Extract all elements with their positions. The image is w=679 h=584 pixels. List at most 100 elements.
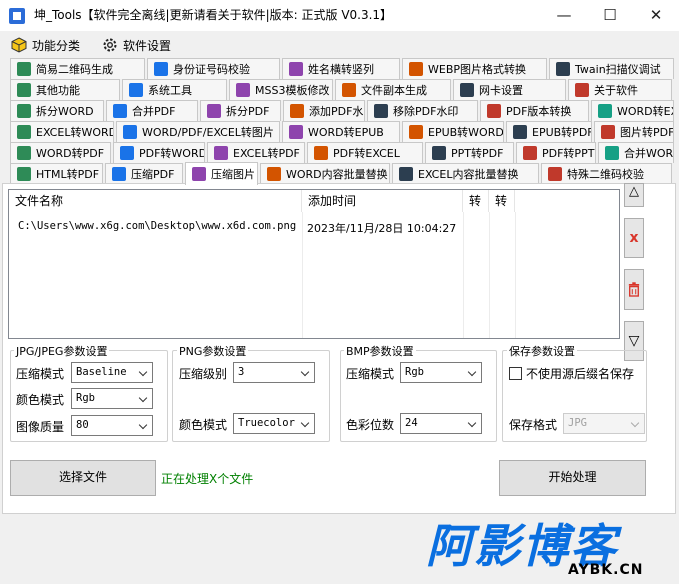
tab-row2-3[interactable]: 文件副本生成 [335,79,451,100]
tab-label: 网卡设置 [479,84,523,97]
tab-row3-5[interactable]: PDF版本转换 [480,100,589,121]
tab-row3-2[interactable]: 拆分PDF [200,100,281,121]
tab-row4-5[interactable]: 图片转PDF [594,121,674,142]
tab-label: PDF转WORD [139,147,205,160]
column-header-status1[interactable]: 转 [463,190,489,212]
column-header-time[interactable]: 添加时间 [302,190,463,212]
menu-function-category[interactable]: 功能分类 [10,34,80,56]
bmp-mode-select[interactable]: Rgb [400,362,482,383]
tab-label: 身份证号码校验 [173,63,250,76]
tab-row5-0[interactable]: WORD转PDF [10,142,111,163]
minimize-button[interactable]: — [541,0,587,31]
menu-label: 功能分类 [32,38,81,53]
tab-row5-5[interactable]: PDF转PPT [516,142,596,163]
tab-icon [236,83,250,97]
file-name-cell: C:\Users\www.x6g.com\Desktop\www.x6d.com… [18,220,297,232]
tab-icon [120,146,134,160]
tab-row2-1[interactable]: 系统工具 [122,79,227,100]
png-level-select[interactable]: 3 [233,362,315,383]
tab-row4-2[interactable]: WORD转EPUB [282,121,400,142]
tab-icon [123,125,137,139]
jpg-color-select[interactable]: Rgb [71,388,153,409]
tab-row6-4[interactable]: EXCEL内容批量替换 [392,163,539,184]
column-header-filename[interactable]: 文件名称 [9,190,302,212]
tab-row6-0[interactable]: HTML转PDF [10,163,103,184]
tab-icon [267,167,281,181]
tab-label: 压缩PDF [131,168,175,181]
tab-row1-4[interactable]: Twain扫描仪调试 [549,58,674,79]
save-settings-title: 保存参数设置 [507,343,577,359]
tab-row4-4[interactable]: EPUB转PDF [506,121,592,142]
tab-label: 拆分WORD [36,105,94,118]
trash-icon [628,282,640,297]
jpg-settings-title: JPG/JPEG参数设置 [14,343,110,359]
tab-label: 关于软件 [594,84,638,97]
start-processing-button[interactable]: 开始处理 [499,460,646,496]
png-color-label: 颜色模式 [179,418,228,432]
file-list[interactable]: 文件名称 添加时间 转 转 C:\Users\www.x6g.com\Deskt… [8,189,620,339]
tab-label: PDF版本转换 [506,105,572,118]
tab-row6-2[interactable]: 压缩图片 [185,162,258,185]
tab-icon [129,83,143,97]
tab-row5-1[interactable]: PDF转WORD [113,142,205,163]
tab-row3-4[interactable]: 移除PDF水印 [367,100,478,121]
tab-icon [374,104,388,118]
tab-label: 文件副本生成 [361,84,427,97]
tab-row4-0[interactable]: EXCEL转WORD [10,121,114,142]
tab-row3-0[interactable]: 拆分WORD [10,100,104,121]
remove-button[interactable]: x [624,218,644,258]
tab-row1-3[interactable]: WEBP图片格式转换 [402,58,547,79]
tab-icon [342,83,356,97]
tab-icon [207,104,221,118]
tab-row1-1[interactable]: 身份证号码校验 [147,58,280,79]
column-header-status2[interactable]: 转 [489,190,515,212]
tab-icon [399,167,413,181]
tab-row5-4[interactable]: PPT转PDF [425,142,514,163]
tab-row1-0[interactable]: 简易二维码生成 [10,58,145,79]
png-settings-title: PNG参数设置 [177,343,249,359]
tab-row5-6[interactable]: 合并WORD [598,142,674,163]
tab-row4-1[interactable]: WORD/PDF/EXCEL转图片 [116,121,280,142]
function-tabs: 简易二维码生成 身份证号码校验 姓名横转竖列 WEBP图片格式转换 Twain扫描仪调试… [4,58,676,185]
jpg-quality-select[interactable]: 80 [71,415,153,436]
gear-icon [103,38,117,52]
tab-row3-3[interactable]: 添加PDF水印 [283,100,365,121]
tab-row6-5[interactable]: 特殊二维码校验 [541,163,672,184]
tab-row5-2[interactable]: EXCEL转PDF [207,142,305,163]
tab-icon [17,125,31,139]
png-color-select[interactable]: Truecolor [233,413,315,434]
jpg-quality-label: 图像质量 [16,420,65,434]
tab-row4-3[interactable]: EPUB转WORD [402,121,504,142]
tab-label: EXCEL转WORD [36,126,114,139]
choose-file-button[interactable]: 选择文件 [10,460,156,496]
bmp-depth-select[interactable]: 24 [400,413,482,434]
tab-row2-0[interactable]: 其他功能 [10,79,120,100]
maximize-button[interactable]: ☐ [587,0,633,31]
table-row[interactable]: C:\Users\www.x6g.com\Desktop\www.x6d.com… [9,216,619,236]
tab-row3-1[interactable]: 合并PDF [106,100,198,121]
jpg-mode-select[interactable]: Baseline [71,362,153,383]
tab-label: WORD内容批量替换 [286,168,388,181]
tab-icon [154,62,168,76]
tab-icon [556,62,570,76]
tab-row2-2[interactable]: MSS3模板修改 [229,79,333,100]
tab-row3-6[interactable]: WORD转EXCEL [591,100,674,121]
tab-row5-3[interactable]: PDF转EXCEL [307,142,423,163]
tab-icon [290,104,304,118]
tab-icon [17,167,31,181]
tab-label: 其他功能 [36,84,80,97]
tab-icon [192,167,206,181]
close-button[interactable]: ✕ [633,0,679,31]
clear-button[interactable] [624,269,644,310]
tab-label: 系统工具 [148,84,192,97]
keep-ext-checkbox[interactable] [509,367,522,380]
tab-row2-5[interactable]: 关于软件 [568,79,672,100]
menu-software-settings[interactable]: 软件设置 [101,34,171,56]
move-up-button[interactable]: △ [624,183,644,207]
tab-row2-4[interactable]: 网卡设置 [453,79,566,100]
menu-label: 软件设置 [123,38,172,53]
tab-label: PDF转PPT [542,147,595,160]
tab-row1-2[interactable]: 姓名横转竖列 [282,58,400,79]
tab-row6-3[interactable]: WORD内容批量替换 [260,163,390,184]
tab-row6-1[interactable]: 压缩PDF [105,163,183,184]
